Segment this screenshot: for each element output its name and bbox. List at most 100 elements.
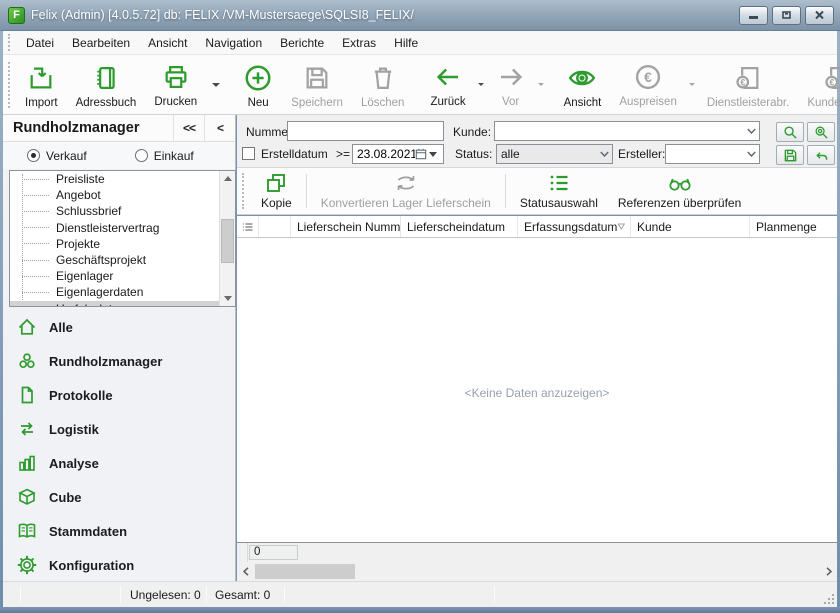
- scroll-left-arrow[interactable]: [237, 562, 254, 581]
- date-field[interactable]: [352, 144, 444, 164]
- nav-item-rundholzmanager[interactable]: Rundholzmanager: [3, 344, 235, 378]
- scroll-right-arrow[interactable]: [820, 562, 837, 581]
- drucken-button[interactable]: Drucken: [145, 56, 206, 113]
- scroll-down-arrow[interactable]: [220, 291, 236, 306]
- statusbar-separator: [206, 586, 207, 603]
- nav-item-logistik[interactable]: Logistik: [3, 412, 235, 446]
- restore-button[interactable]: [772, 6, 801, 25]
- menu-hilfe[interactable]: Hilfe: [385, 33, 427, 53]
- vor-button[interactable]: Vor: [487, 56, 535, 113]
- tree-item-angebot[interactable]: Angebot: [10, 187, 235, 203]
- forward-arrow-icon: [496, 60, 526, 94]
- column-header-kunde[interactable]: Kunde: [631, 216, 750, 237]
- transfer-arrows-icon: [17, 419, 37, 439]
- status-label: Status:: [455, 147, 492, 161]
- tree-item-eigenlagerdaten[interactable]: Eigenlagerdaten: [10, 284, 235, 300]
- menu-berichte[interactable]: Berichte: [271, 33, 333, 53]
- tree-item-eigenlager[interactable]: Eigenlager: [10, 268, 235, 284]
- ersteller-label: Ersteller:: [618, 147, 665, 161]
- book-icon: [17, 521, 37, 541]
- tree-item-dienstleistervertrag[interactable]: Dienstleistervertrag: [10, 220, 235, 236]
- nummer-input[interactable]: [287, 121, 444, 141]
- ersteller-select[interactable]: [665, 144, 760, 164]
- resize-grip[interactable]: [824, 594, 835, 605]
- svg-text:€: €: [829, 77, 834, 87]
- document-tree: Preisliste Angebot Schlussbrief Dienstle…: [9, 170, 236, 307]
- chevron-down-icon: [743, 128, 759, 134]
- menu-ansicht[interactable]: Ansicht: [139, 33, 196, 53]
- erstelldatum-checkbox[interactable]: [242, 147, 255, 160]
- unread-count: Ungelesen: 0: [130, 588, 201, 602]
- column-header-erfassungsdatum[interactable]: Erfassungsdatum: [518, 216, 631, 237]
- grid-body[interactable]: <Keine Daten anzuzeigen>: [237, 238, 837, 542]
- drucken-dropdown-arrow[interactable]: [212, 83, 220, 87]
- speichern-button[interactable]: Speichern: [282, 55, 352, 114]
- collapse-button[interactable]: <: [204, 115, 235, 141]
- tree-item-geschaeftsprojekt[interactable]: Geschäftsprojekt: [10, 252, 235, 268]
- referenzen-button[interactable]: Referenzen überprüfen: [608, 168, 751, 214]
- tree-scrollbar[interactable]: [219, 171, 235, 306]
- kundenabr-button[interactable]: € Kundenabr.: [798, 55, 840, 114]
- ansicht-button[interactable]: Ansicht: [555, 55, 611, 114]
- vor-dropdown-arrow[interactable]: [538, 83, 544, 86]
- svg-text:€: €: [740, 77, 745, 87]
- column-header-planmenge[interactable]: Planmenge: [750, 216, 837, 237]
- dienstleisterabr-button[interactable]: € Dienstleisterabr.: [698, 55, 798, 114]
- nav-item-analyse[interactable]: Analyse: [3, 446, 235, 480]
- tree-item-projekte[interactable]: Projekte: [10, 236, 235, 252]
- search-icon: [783, 125, 798, 140]
- column-header-lieferscheindatum[interactable]: Lieferscheindatum: [401, 216, 518, 237]
- menu-extras[interactable]: Extras: [333, 33, 385, 53]
- hscroll-thumb[interactable]: [255, 564, 355, 579]
- menu-bearbeiten[interactable]: Bearbeiten: [63, 33, 139, 53]
- tree-item-schlussbrief[interactable]: Schlussbrief: [10, 203, 235, 219]
- minimize-button[interactable]: [739, 6, 768, 25]
- date-dropdown-arrow[interactable]: [429, 152, 442, 157]
- nav-item-protokolle[interactable]: Protokolle: [3, 378, 235, 412]
- logs-icon: [17, 351, 37, 371]
- horizontal-scrollbar[interactable]: [237, 562, 837, 581]
- menu-datei[interactable]: Datei: [17, 33, 63, 53]
- titlebar[interactable]: F Felix (Admin) [4.0.5.72] db: FELIX /VM…: [0, 0, 840, 31]
- search-button[interactable]: [776, 122, 804, 142]
- radio-einkauf[interactable]: Einkauf: [135, 149, 194, 163]
- filter-panel: Nummer: Kunde: Erstelldatum >= Status: a…: [237, 115, 837, 168]
- zurueck-button[interactable]: Zurück: [421, 56, 474, 113]
- date-input[interactable]: [353, 147, 415, 161]
- tree-item-preisliste[interactable]: Preisliste: [10, 171, 235, 187]
- nav-item-alle[interactable]: Alle: [3, 310, 235, 344]
- close-button[interactable]: [805, 6, 834, 25]
- column-chooser[interactable]: [237, 216, 259, 237]
- menu-navigation[interactable]: Navigation: [196, 33, 271, 53]
- statusauswahl-button[interactable]: Statusauswahl: [510, 168, 608, 214]
- adressbuch-icon: [92, 61, 120, 95]
- tree-item-selected[interactable]: Umfuhrdaten: [10, 301, 235, 308]
- save-filter-button[interactable]: [776, 145, 804, 165]
- radio-verkauf[interactable]: Verkauf: [27, 149, 87, 163]
- scroll-up-arrow[interactable]: [220, 171, 236, 186]
- summary-count: 0: [249, 545, 298, 560]
- adressbuch-button[interactable]: Adressbuch: [67, 55, 146, 114]
- nav-item-stammdaten[interactable]: Stammdaten: [3, 514, 235, 548]
- search-advanced-button[interactable]: [807, 122, 835, 142]
- home-icon: [17, 317, 37, 337]
- nav-item-cube[interactable]: Cube: [3, 480, 235, 514]
- import-button[interactable]: Import: [16, 55, 67, 114]
- restore-icon: [781, 10, 792, 20]
- nav-item-konfiguration[interactable]: Konfiguration: [3, 548, 235, 582]
- kunde-select[interactable]: [494, 121, 760, 141]
- konvertieren-button[interactable]: Konvertieren Lager Lieferschein: [311, 168, 501, 214]
- auspreisen-dropdown-arrow[interactable]: [689, 83, 695, 86]
- column-header-lieferschein-nummer[interactable]: Lieferschein Nummer: [291, 216, 401, 237]
- neu-button[interactable]: Neu: [234, 55, 282, 114]
- loeschen-icon: [369, 61, 397, 95]
- reset-filter-button[interactable]: [807, 145, 835, 165]
- status-select[interactable]: alle: [496, 144, 613, 164]
- tree-scroll-thumb[interactable]: [221, 219, 234, 263]
- collapse-all-button[interactable]: <<: [173, 115, 204, 141]
- auspreisen-button[interactable]: € Auspreisen: [610, 56, 686, 113]
- actionbar-separator: [505, 174, 506, 208]
- zurueck-dropdown-arrow[interactable]: [478, 83, 484, 86]
- kopie-button[interactable]: Kopie: [251, 168, 302, 214]
- loeschen-button[interactable]: Löschen: [352, 55, 413, 114]
